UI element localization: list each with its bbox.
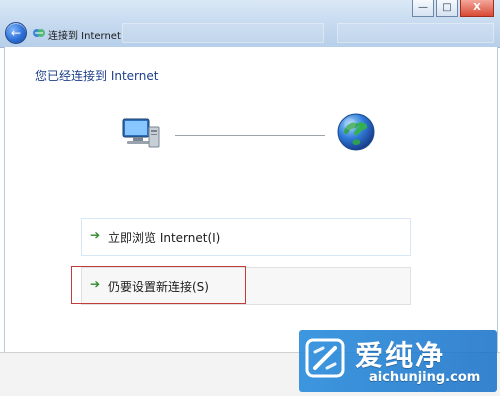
main-content: 您已经连接到 Internet ➔ 立即浏览 Internet(I) ➔ 仍要设…: [4, 47, 498, 352]
setup-new-connection-label: 仍要设置新连接(S): [108, 280, 209, 294]
title-bar: ← 连接到 Internet — □ X: [0, 0, 500, 48]
back-button[interactable]: ←: [5, 22, 27, 44]
setup-new-connection-option[interactable]: ➔ 仍要设置新连接(S): [81, 267, 411, 305]
computer-icon: [122, 118, 160, 148]
page-title: 您已经连接到 Internet: [35, 69, 159, 83]
network-connection-icon: [33, 29, 45, 37]
window-controls: — □ X: [412, 0, 494, 18]
minimize-button[interactable]: —: [412, 0, 434, 17]
watermark-chinese-text: 爱纯净: [355, 339, 446, 372]
connection-line: [175, 135, 325, 136]
globe-icon: [337, 113, 375, 151]
address-bar-area: [122, 23, 324, 43]
close-button[interactable]: X: [460, 0, 494, 17]
back-arrow-icon: ←: [10, 26, 22, 40]
browse-internet-option[interactable]: ➔ 立即浏览 Internet(I): [81, 218, 411, 256]
green-arrow-icon: ➔: [90, 277, 101, 291]
search-bar-area: [337, 23, 494, 43]
watermark-logo-icon: [305, 338, 345, 378]
watermark-url-text: aichunjing.com: [369, 370, 481, 385]
watermark: 爱纯净 aichunjing.com: [299, 330, 497, 392]
browse-internet-label: 立即浏览 Internet(I): [108, 231, 221, 245]
connect-to-internet-window: ← 连接到 Internet — □ X 您已经连接到 Internet ➔ 立…: [0, 0, 500, 396]
window-title: 连接到 Internet: [48, 31, 121, 42]
green-arrow-icon: ➔: [90, 228, 101, 242]
maximize-button[interactable]: □: [436, 0, 458, 17]
